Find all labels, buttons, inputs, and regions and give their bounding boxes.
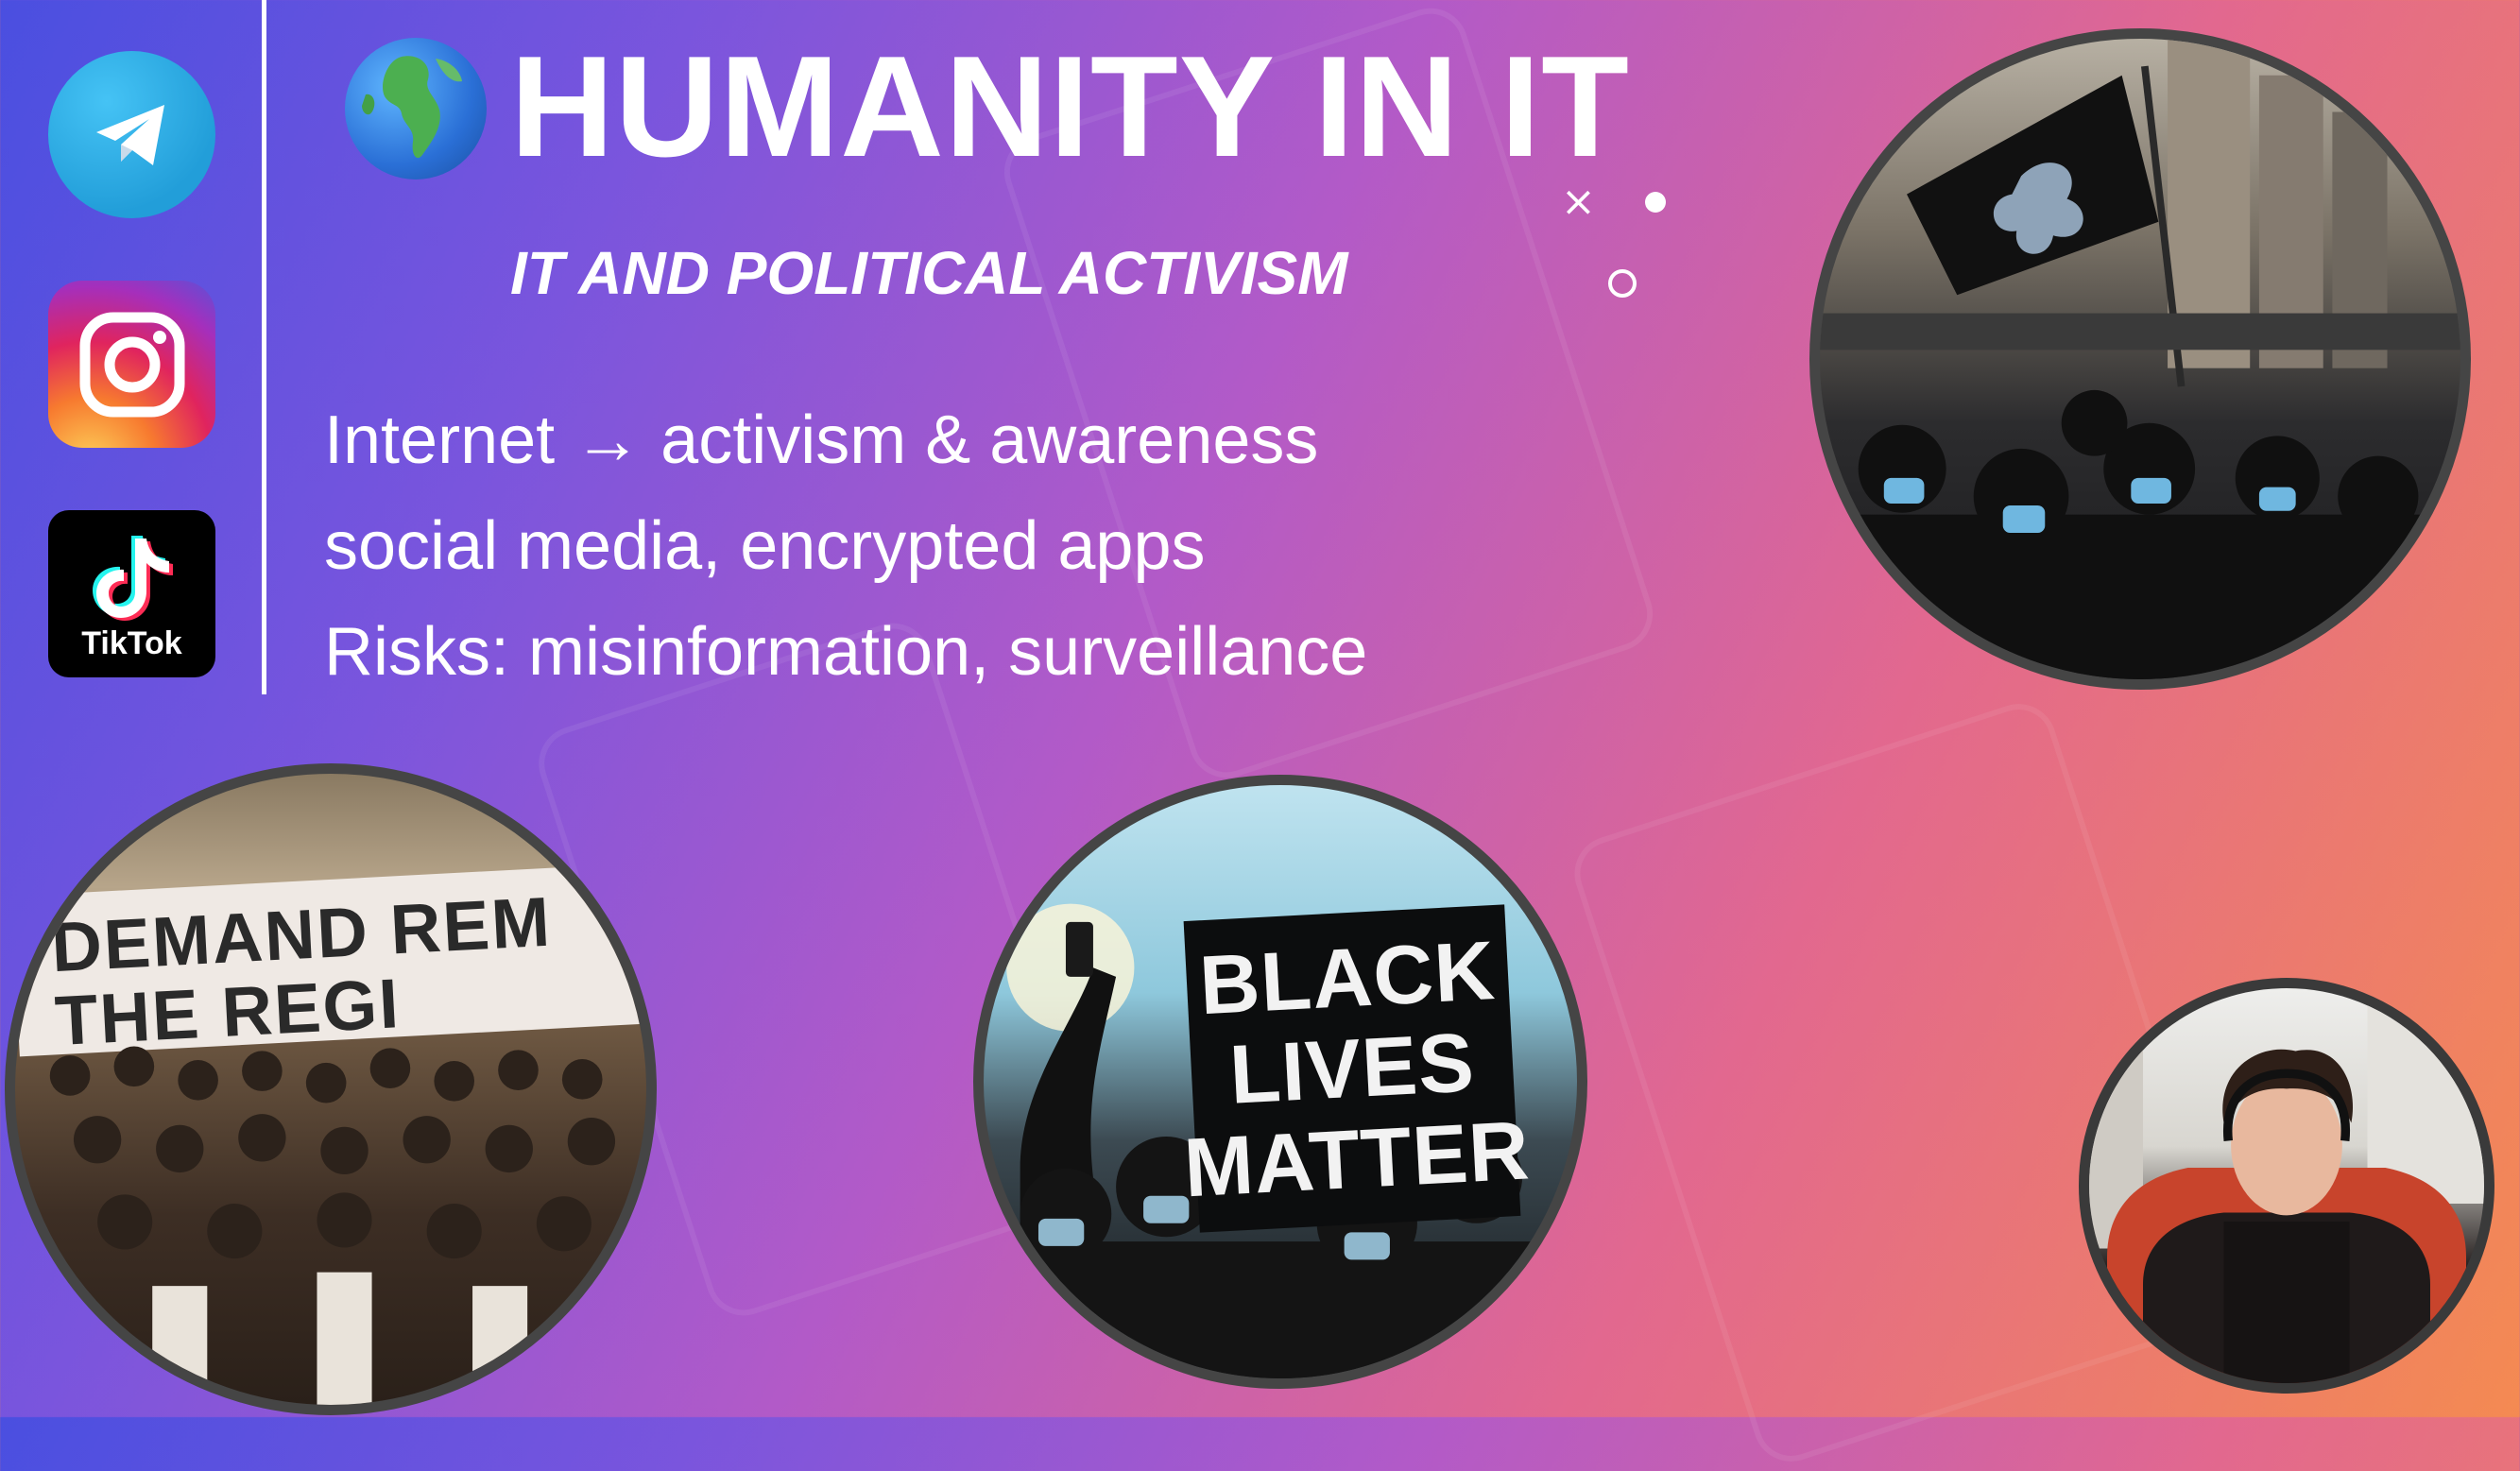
sign-line: MATTER xyxy=(1181,1103,1533,1215)
instagram-icon xyxy=(48,281,215,448)
ring-decoration xyxy=(1608,269,1637,298)
bullet-item: Risks: misinformation, surveillance xyxy=(324,614,1368,690)
tiktok-icon: TikTok xyxy=(48,510,215,677)
bullet-list: Internet → activism & awareness social m… xyxy=(324,387,1367,705)
bullet-item: social media, encrypted apps xyxy=(324,508,1206,584)
crowd-protest-photo: DEMAND REM THE REGI xyxy=(5,763,657,1415)
presenter-webcam xyxy=(2079,978,2494,1394)
protest-sign: BLACK LIVES MATTER xyxy=(1182,904,1532,1233)
dot-decoration xyxy=(1645,192,1666,213)
page-subtitle: IT AND POLITICAL ACTIVISM xyxy=(510,239,1348,307)
telegram-icon xyxy=(48,51,215,218)
hong-kong-protest-photo xyxy=(1809,28,2471,690)
page-title: HUMANITY IN IT xyxy=(510,26,1630,187)
tiktok-label: TikTok xyxy=(81,625,182,661)
globe-icon xyxy=(345,38,487,180)
protest-banner-text: DEMAND REM THE REGI xyxy=(49,879,646,1061)
sign-line: LIVES xyxy=(1226,1015,1478,1121)
black-lives-matter-photo: BLACK LIVES MATTER xyxy=(973,775,1587,1389)
bullet-item: Internet → activism & awareness xyxy=(324,402,1319,478)
vertical-divider xyxy=(262,0,266,694)
cross-decoration: × xyxy=(1561,178,1596,226)
